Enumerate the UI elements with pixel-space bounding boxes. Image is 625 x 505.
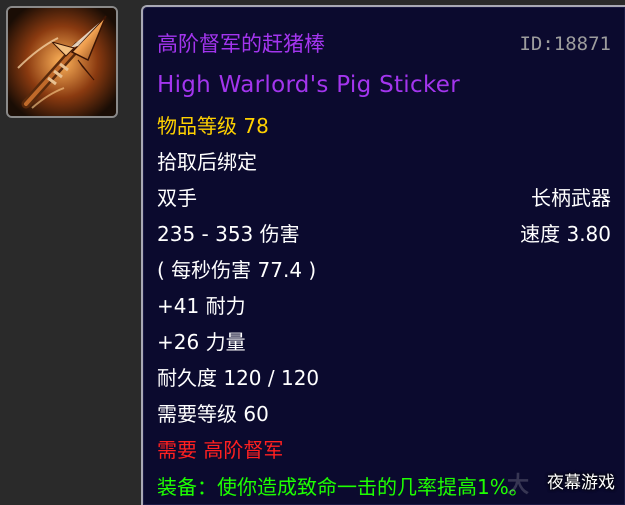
binding-text: 拾取后绑定 (157, 150, 257, 174)
item-level-row: 物品等级 78 (157, 111, 611, 141)
item-name-cn-row: 高阶督军的赶猪棒 ID:18871 (157, 29, 611, 59)
spear-icon (8, 8, 116, 116)
weapon-damage: 235 - 353 伤害 (157, 222, 300, 246)
damage-speed-row: 235 - 353 伤害 速度 3.80 (157, 219, 611, 249)
item-name-en: High Warlord's Pig Sticker (157, 72, 460, 98)
item-icon-frame[interactable] (6, 6, 118, 118)
required-rank: 需要 高阶督军 (157, 438, 284, 462)
stat-stamina: +41 耐力 (157, 294, 246, 318)
item-level-value: 78 (243, 114, 269, 138)
required-level: 需要等级 60 (157, 402, 269, 426)
weapon-dps: ( 每秒伤害 77.4 ) (157, 258, 317, 282)
watermark-faint-text: 大 (506, 473, 529, 498)
item-name-cn: 高阶督军的赶猪棒 (157, 32, 325, 56)
watermark-site-name: 夜幕游戏 (547, 473, 615, 493)
slot-type-row: 双手 长柄武器 (157, 183, 611, 213)
equip-effect: 装备：使你造成致命一击的几率提高1%。 (157, 475, 529, 499)
durability-text: 耐久度 120 / 120 (157, 366, 320, 390)
weapon-speed: 速度 3.80 (520, 222, 611, 246)
stat-strength: +26 力量 (157, 330, 246, 354)
item-tooltip: 高阶督军的赶猪棒 ID:18871 High Warlord's Pig Sti… (141, 5, 625, 505)
item-id-label: ID:18871 (519, 33, 611, 55)
item-level-label: 物品等级 (157, 114, 237, 138)
weapon-slot: 双手 (157, 186, 197, 210)
weapon-type: 长柄武器 (531, 186, 611, 210)
